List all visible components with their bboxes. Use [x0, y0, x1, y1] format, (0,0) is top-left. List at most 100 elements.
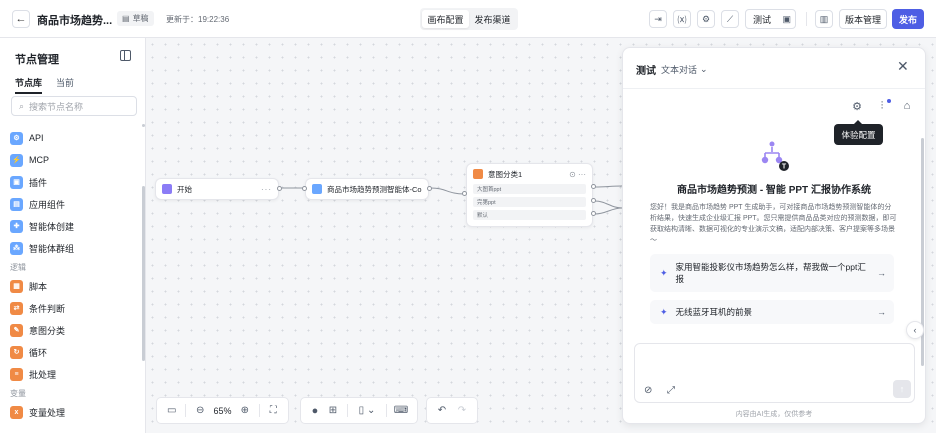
tab-current[interactable]: 当前 [56, 76, 74, 94]
minimap-button[interactable]: ▭ [163, 402, 180, 420]
save-button[interactable]: ▥ [815, 10, 833, 28]
api-icon: ⚙ [10, 131, 23, 145]
node-settings-icon[interactable]: ⊙ ··· [569, 170, 586, 179]
expand-icon[interactable]: ⤢ [667, 385, 675, 396]
tab-node-library[interactable]: 节点库 [15, 76, 43, 94]
fit-view-button[interactable]: ⛶ [265, 402, 282, 420]
tab-canvas-config[interactable]: 画布配置 [422, 10, 469, 28]
experience-config-button[interactable]: ⚙ [849, 98, 865, 114]
edge-agent-intent [430, 187, 465, 195]
suggestion-item[interactable]: ✦ 家用智能投影仪市场趋势怎么样，帮我做一个ppt汇报 → [650, 254, 894, 292]
svg-text:T: T [782, 164, 787, 171]
node-sidebar: 节点管理 节点库 当前 ⌕ 搜索节点名称 ⚙ API ⚡ MCP ▣ 插件 ▤ 应用组件 ✚ 智能… [0, 38, 146, 433]
test-button[interactable]: 测试 ▣ [745, 9, 796, 29]
tab-publish-channel[interactable]: 发布渠道 [469, 10, 516, 28]
port-intent-out[interactable] [591, 184, 596, 189]
draft-badge: ▤ 草稿 [117, 11, 154, 26]
more-icon[interactable]: ··· [261, 185, 272, 194]
sidebar-item[interactable]: ✚ 智能体创建 [10, 215, 140, 237]
divider [347, 404, 348, 417]
node-agent[interactable]: 商品市场趋势预测智能体-Com... [305, 178, 429, 200]
attachment-icon[interactable]: ⊘ [644, 385, 652, 396]
settings-button[interactable]: ⚙ [697, 10, 715, 28]
divider [806, 12, 807, 26]
sidebar-item[interactable]: ⚡ MCP [10, 149, 140, 171]
run-button[interactable]: ● [306, 402, 324, 420]
port-intent-out[interactable] [591, 211, 596, 216]
node-search-input[interactable]: ⌕ 搜索节点名称 [11, 96, 137, 116]
zoom-toolbar: ▭ ⊖ 65% ⊕ ⛶ [156, 397, 289, 424]
sidebar-item[interactable]: ≡ 批处理 [10, 363, 140, 385]
node-list: ⚙ API ⚡ MCP ▣ 插件 ▤ 应用组件 ✚ 智能体创建 ⁂ 智能体群组 逻辑 ▦ 脚本 ⇄ 条件判断 ✎ 意… [10, 127, 140, 423]
close-icon[interactable]: ✕ [897, 59, 909, 73]
back-button[interactable]: ← [12, 10, 30, 28]
redo-button[interactable]: ↷ [453, 402, 471, 420]
intent-icon [473, 169, 483, 179]
port-agent-in[interactable] [302, 186, 307, 191]
edge-intent-out-3 [594, 207, 623, 215]
top-tabs: 画布配置 发布渠道 [420, 8, 518, 30]
sidebar-item-label: 插件 [29, 177, 48, 188]
intent-option: 默认 [473, 210, 586, 220]
variables-button[interactable]: ⒳ [673, 10, 691, 28]
sidebar-collapse-icon[interactable] [120, 50, 131, 61]
zoom-in-icon: ⊕ [240, 405, 249, 416]
zoom-out-button[interactable]: ⊖ [191, 402, 208, 420]
analytics-button[interactable]: ⟋ [721, 10, 739, 28]
dialog-mode-select[interactable]: 文本对话 ⌄ [661, 63, 708, 76]
agent-group-icon: ⁂ [10, 241, 23, 255]
clear-button[interactable]: ⌂ [899, 98, 915, 114]
canvas-toolbar: ● ⊞ ▯ ⌄ ⌨ [300, 397, 418, 424]
panel-collapse-button[interactable]: ‹ [906, 321, 924, 339]
sidebar-title: 节点管理 [15, 54, 59, 66]
sidebar-item[interactable]: ⚙ API [10, 127, 140, 149]
export-button[interactable]: ⇥ [649, 10, 667, 28]
publish-button[interactable]: 发布 [892, 9, 924, 29]
undo-button[interactable]: ↶ [433, 402, 451, 420]
sidebar-item[interactable]: ✎ 意图分类 [10, 319, 140, 341]
broom-icon: ⌂ [903, 100, 911, 112]
scroll-indicator [142, 124, 145, 127]
sidebar-item[interactable]: ▤ 应用组件 [10, 193, 140, 215]
sidebar-item-label: 应用组件 [29, 199, 66, 210]
intent-option: 大图首ppt [473, 184, 586, 194]
layout-button[interactable]: ⊞ [324, 402, 342, 420]
send-button[interactable]: ↑ [893, 380, 911, 398]
port-start-out[interactable] [277, 186, 282, 191]
sidebar-item-label: 智能体群组 [29, 243, 75, 254]
suggestion-item[interactable]: ✦ 无线蓝牙耳机的前景 → [650, 300, 894, 324]
port-intent-out[interactable] [591, 198, 596, 203]
sidebar-item[interactable]: ▣ 插件 [10, 171, 140, 193]
port-agent-out[interactable] [427, 186, 432, 191]
keyboard-button[interactable]: ⌨ [392, 402, 410, 420]
sidebar-item[interactable]: ↻ 循环 [10, 341, 140, 363]
interaction-mode-dropdown[interactable]: ▯ ⌄ [353, 402, 381, 420]
chevron-down-icon: ⌄ [700, 64, 708, 74]
redo-icon: ↷ [457, 405, 467, 416]
app-component-icon: ▤ [10, 197, 23, 211]
sidebar-section-title: 逻辑 [10, 263, 26, 272]
workflow-title: 商品市场趋势... [37, 15, 113, 27]
port-intent-in[interactable] [462, 191, 467, 196]
sidebar-item[interactable]: ▦ 脚本 [10, 275, 140, 297]
version-management-button[interactable]: 版本管理 [839, 9, 887, 29]
sidebar-item[interactable]: ⇄ 条件判断 [10, 297, 140, 319]
sidebar-scrollbar[interactable] [142, 186, 145, 361]
script-icon: ▦ [10, 279, 23, 293]
node-start[interactable]: 开始 ··· [155, 178, 279, 200]
node-start-label: 开始 [177, 184, 192, 194]
sidebar-item[interactable]: ⁂ 智能体群组 [10, 237, 140, 259]
node-intent-label: 意图分类1 [488, 169, 523, 179]
node-agent-label: 商品市场趋势预测智能体-Com... [327, 184, 422, 194]
notification-dot [887, 99, 891, 103]
sidebar-item[interactable]: x 变量处理 [10, 401, 140, 423]
search-icon: ⌕ [19, 100, 25, 111]
fit-view-icon: ⛶ [269, 405, 277, 416]
chart-icon: ⟋ [726, 13, 734, 24]
zoom-in-button[interactable]: ⊕ [236, 402, 253, 420]
divider [386, 404, 387, 417]
node-intent-classifier[interactable]: 意图分类1 ⊙ ··· 大图首ppt 完第ppt 默认 [466, 163, 593, 227]
message-input[interactable]: ⊘ ⤢ ↑ [634, 343, 915, 403]
test-panel-icon: ▣ [782, 13, 791, 24]
start-icon [162, 184, 172, 194]
